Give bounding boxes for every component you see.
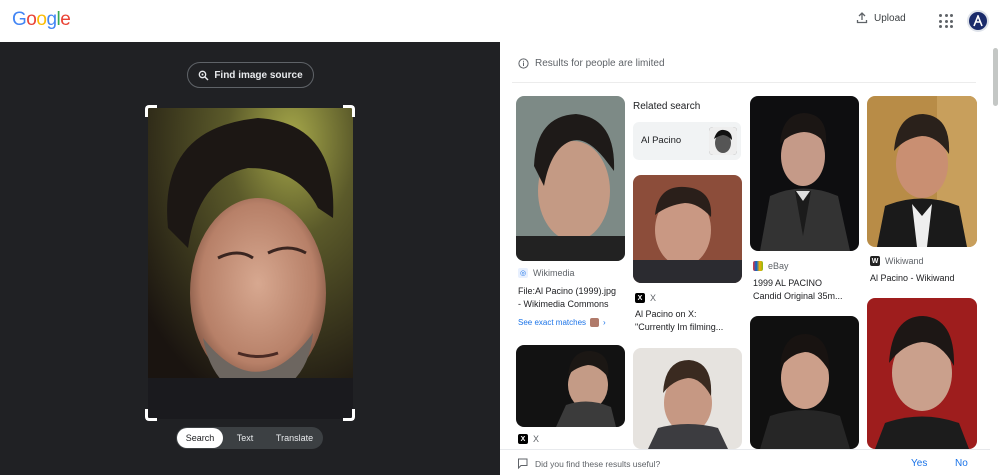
- result-source[interactable]: W Wikiwand: [870, 256, 924, 266]
- result-title[interactable]: 1999 AL PACINO Candid Original 35m...: [753, 277, 843, 303]
- logo-letter: o: [36, 9, 47, 30]
- crop-handle-bottom-left[interactable]: [145, 409, 157, 421]
- exact-match-thumb-icon: [590, 318, 600, 327]
- result-title-line: Candid Original 35m...: [753, 291, 843, 301]
- result-source[interactable]: eBay: [753, 261, 789, 271]
- result-image[interactable]: [633, 348, 742, 449]
- mode-tab-translate[interactable]: Translate: [267, 428, 322, 448]
- feedback-icon: [518, 458, 528, 469]
- result-image[interactable]: [633, 175, 742, 283]
- result-image[interactable]: [867, 298, 977, 449]
- people-results-notice: Results for people are limited: [518, 58, 665, 69]
- result-title-line: Al Pacino - Wikiwand: [870, 273, 955, 283]
- result-title[interactable]: Al Pacino on X: "Currently Im filming...: [635, 308, 723, 334]
- source-label: Wikimedia: [533, 268, 575, 278]
- crop-handle-bottom-right[interactable]: [343, 409, 355, 421]
- feedback-bar: Did you find these results useful? Yes N…: [500, 449, 990, 475]
- result-title-line: - Wikimedia Commons: [518, 299, 609, 309]
- result-source[interactable]: ◎ Wikimedia: [518, 268, 575, 278]
- find-image-source-button[interactable]: Find image source: [187, 62, 314, 88]
- logo-letter: o: [26, 9, 37, 30]
- info-icon: [518, 58, 529, 69]
- source-label: X: [533, 434, 540, 444]
- related-search-chip[interactable]: Al Pacino: [633, 122, 741, 160]
- source-label: Wikiwand: [885, 256, 924, 266]
- related-search-heading: Related search: [633, 101, 701, 112]
- feedback-yes-button[interactable]: Yes: [911, 458, 927, 469]
- account-avatar[interactable]: [967, 10, 989, 32]
- result-image[interactable]: [750, 96, 859, 251]
- query-photo[interactable]: [148, 108, 353, 419]
- result-title-line: File:Al Pacino (1999).jpg: [518, 286, 617, 296]
- feedback-no-button[interactable]: No: [955, 458, 968, 469]
- chevron-right-icon: ›: [603, 318, 606, 327]
- source-label: eBay: [768, 261, 789, 271]
- wikimedia-icon: ◎: [518, 268, 528, 278]
- x-icon: X: [518, 434, 528, 444]
- crop-handle-top-right[interactable]: [343, 105, 355, 117]
- google-logo[interactable]: Google: [12, 9, 71, 31]
- apps-grid-icon[interactable]: [939, 14, 953, 28]
- logo-letter: g: [46, 9, 57, 30]
- result-source[interactable]: X X: [518, 434, 539, 444]
- feedback-question: Did you find these results useful?: [535, 459, 661, 469]
- find-image-source-label: Find image source: [214, 69, 303, 81]
- top-header: Google Upload: [0, 0, 1000, 42]
- result-image[interactable]: [750, 316, 859, 449]
- related-chip-label: Al Pacino: [641, 135, 682, 146]
- mode-switcher: Search Text Translate: [176, 427, 323, 449]
- upload-button[interactable]: Upload: [856, 12, 906, 24]
- source-label: X: [650, 293, 657, 303]
- result-title-line: 1999 AL PACINO: [753, 278, 823, 288]
- query-image-panel: Find image source Search Text Translate: [0, 42, 500, 475]
- ebay-icon: [753, 261, 763, 271]
- result-image[interactable]: [516, 345, 625, 427]
- logo-letter: e: [60, 9, 71, 30]
- mode-tab-search[interactable]: Search: [177, 428, 223, 448]
- see-exact-matches-link[interactable]: See exact matches ›: [518, 318, 606, 327]
- wikiwand-icon: W: [870, 256, 880, 266]
- crop-handle-top-left[interactable]: [145, 105, 157, 117]
- results-scrollbar[interactable]: [993, 48, 998, 106]
- result-title-line: "Currently Im filming...: [635, 322, 724, 332]
- notice-text: Results for people are limited: [535, 58, 665, 69]
- result-title-line: Al Pacino on X:: [635, 309, 697, 319]
- related-thumb: [709, 127, 737, 155]
- upload-icon: [856, 12, 868, 24]
- exact-matches-label: See exact matches: [518, 318, 587, 327]
- result-image[interactable]: [867, 96, 977, 247]
- upload-label: Upload: [874, 12, 906, 24]
- lens-search-icon: [198, 70, 209, 80]
- results-panel: Results for people are limited ◎ Wikimed…: [500, 42, 1000, 475]
- avatar-logo-icon: [973, 15, 983, 27]
- result-image[interactable]: [516, 96, 625, 261]
- result-title[interactable]: File:Al Pacino (1999).jpg - Wikimedia Co…: [518, 285, 616, 311]
- divider: [512, 82, 976, 83]
- logo-letter: G: [12, 9, 27, 30]
- x-icon: X: [635, 293, 645, 303]
- result-source[interactable]: X X: [635, 293, 656, 303]
- mode-tab-text[interactable]: Text: [223, 428, 267, 448]
- result-title[interactable]: Al Pacino - Wikiwand: [870, 272, 955, 285]
